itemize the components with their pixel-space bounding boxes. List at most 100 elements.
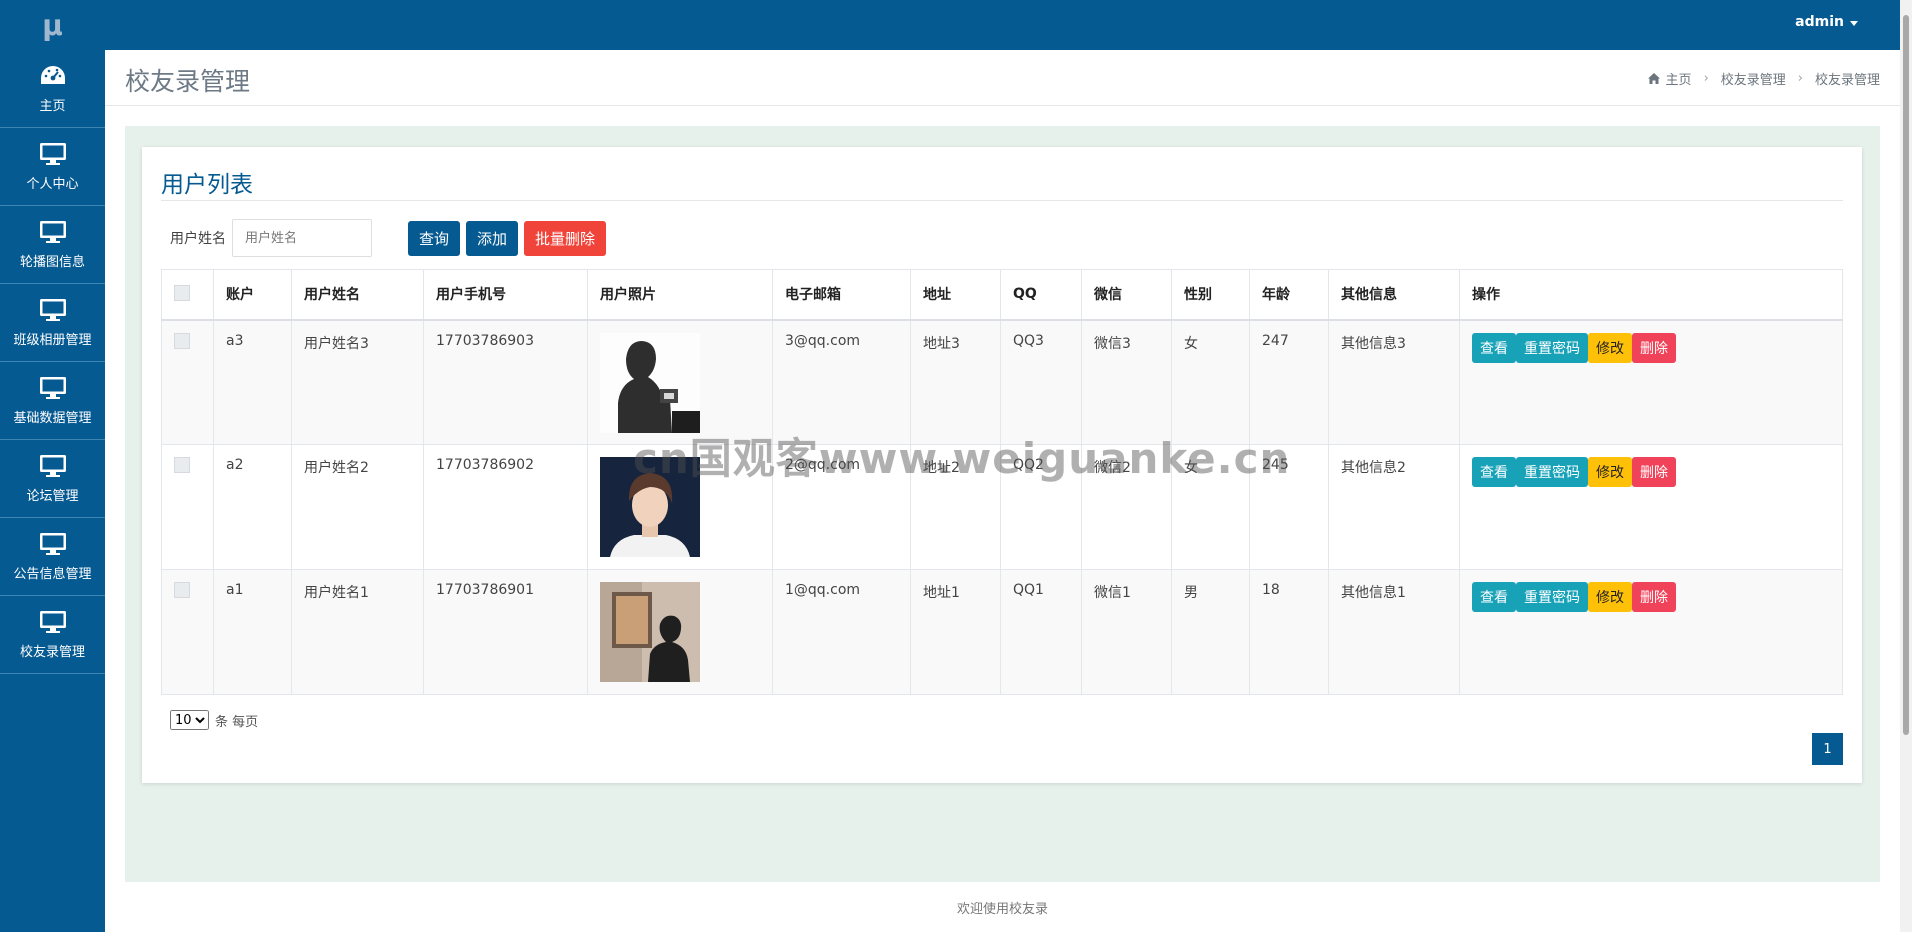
view-button[interactable]: 查看	[1472, 332, 1516, 363]
cell-qq: QQ1	[1000, 569, 1082, 695]
column-header: 性别	[1171, 269, 1250, 321]
sidebar: μ 主页 个人中心 轮播图信息 班级相册管理 基础数据管理 论坛管理 公告信息管…	[0, 0, 105, 932]
cell-actions: 查看 重置密码 修改 删除	[1459, 319, 1843, 445]
view-button[interactable]: 查看	[1472, 457, 1516, 487]
search-label: 用户姓名	[170, 231, 226, 247]
top-bar: admin	[0, 0, 1900, 50]
sidebar-item-class-album[interactable]: 班级相册管理	[0, 284, 105, 362]
page-number-button[interactable]: 1	[1812, 733, 1843, 765]
page-header: 校友录管理 主页 › 校友录管理 › 校友录管理	[105, 50, 1900, 106]
cell-age: 247	[1249, 319, 1329, 445]
scrollbar-thumb[interactable]	[1903, 15, 1909, 735]
delete-button[interactable]: 删除	[1632, 332, 1676, 363]
panel-title: 用户列表	[161, 172, 253, 198]
sidebar-item-label: 公告信息管理	[13, 567, 92, 582]
delete-button[interactable]: 删除	[1632, 457, 1676, 487]
cell-photo	[587, 319, 773, 445]
edit-button[interactable]: 修改	[1588, 332, 1632, 363]
column-header: 地址	[910, 269, 1001, 321]
cell-wechat: 微信1	[1081, 569, 1172, 695]
select-all-cell	[161, 269, 214, 321]
cell-email: 2@qq.com	[772, 444, 911, 570]
column-header: 用户手机号	[423, 269, 588, 321]
cell-qq: QQ3	[1000, 319, 1082, 445]
row-checkbox[interactable]	[174, 457, 190, 473]
search-input[interactable]	[232, 219, 372, 257]
user-photo[interactable]	[600, 332, 700, 433]
monitor-icon	[39, 609, 67, 635]
user-photo[interactable]	[600, 457, 700, 557]
cell-phone: 17703786902	[423, 444, 588, 570]
column-header: 其他信息	[1328, 269, 1460, 321]
column-header: 微信	[1081, 269, 1172, 321]
user-photo[interactable]	[600, 582, 700, 682]
cell-name: 用户姓名2	[291, 444, 424, 570]
view-button[interactable]: 查看	[1472, 582, 1516, 612]
cell-photo	[587, 444, 773, 570]
row-checkbox[interactable]	[174, 582, 190, 598]
cell-gender: 男	[1171, 569, 1250, 695]
batch-delete-button[interactable]: 批量删除	[524, 220, 607, 256]
user-menu[interactable]: admin	[1795, 14, 1858, 30]
cell-account: a1	[213, 569, 292, 695]
sidebar-item-label: 主页	[39, 99, 66, 114]
row-checkbox[interactable]	[174, 332, 190, 349]
reset-password-button[interactable]: 重置密码	[1516, 582, 1588, 612]
monitor-icon	[39, 453, 67, 479]
cell-address: 地址3	[910, 319, 1001, 445]
cell-account: a2	[213, 444, 292, 570]
page-size-suffix: 条 每页	[215, 714, 259, 730]
cell-age: 245	[1249, 444, 1329, 570]
sidebar-item-alumni[interactable]: 校友录管理	[0, 596, 105, 674]
chevron-right-icon: ›	[1797, 71, 1803, 86]
home-icon	[1647, 73, 1660, 84]
page-size-select[interactable]: 10	[170, 710, 209, 730]
divider	[161, 200, 1843, 201]
add-button[interactable]: 添加	[466, 220, 519, 256]
cell-actions: 查看 重置密码 修改 删除	[1459, 569, 1843, 695]
logo: μ	[42, 8, 63, 42]
reset-password-button[interactable]: 重置密码	[1516, 332, 1588, 363]
column-header: 用户姓名	[291, 269, 424, 321]
breadcrumb-current: 校友录管理	[1814, 73, 1880, 88]
select-all-checkbox[interactable]	[174, 285, 190, 302]
cell-address: 地址2	[910, 444, 1001, 570]
sidebar-item-basic-data[interactable]: 基础数据管理	[0, 362, 105, 440]
user-list-panel: 用户列表 用户姓名 查询 添加 批量删除 账户 用户姓名 用户手机号 用户照片 …	[142, 147, 1862, 783]
sidebar-item-label: 班级相册管理	[13, 333, 92, 348]
sidebar-item-notice[interactable]: 公告信息管理	[0, 518, 105, 596]
chevron-right-icon: ›	[1703, 71, 1709, 86]
reset-password-button[interactable]: 重置密码	[1516, 457, 1588, 487]
sidebar-item-home[interactable]: 主页	[0, 50, 105, 128]
sidebar-item-profile[interactable]: 个人中心	[0, 128, 105, 206]
query-button[interactable]: 查询	[408, 220, 461, 256]
monitor-icon	[39, 375, 67, 401]
cell-actions: 查看 重置密码 修改 删除	[1459, 444, 1843, 570]
breadcrumb-home[interactable]: 主页	[1647, 69, 1692, 88]
sidebar-item-label: 轮播图信息	[19, 255, 85, 270]
sidebar-item-carousel[interactable]: 轮播图信息	[0, 206, 105, 284]
cell-gender: 女	[1171, 444, 1250, 570]
row-select-cell	[161, 569, 214, 695]
breadcrumb: 主页 › 校友录管理 › 校友录管理	[1647, 69, 1880, 88]
column-header: 账户	[213, 269, 292, 321]
table-header-row: 账户 用户姓名 用户手机号 用户照片 电子邮箱 地址 QQ 微信 性别 年龄 其…	[161, 269, 1843, 321]
sidebar-item-forum[interactable]: 论坛管理	[0, 440, 105, 518]
cell-qq: QQ2	[1000, 444, 1082, 570]
cell-age: 18	[1249, 569, 1329, 695]
delete-button[interactable]: 删除	[1632, 582, 1676, 612]
scrollbar[interactable]	[1900, 0, 1912, 932]
user-name: admin	[1795, 14, 1844, 30]
cell-other: 其他信息1	[1328, 569, 1460, 695]
column-header: 用户照片	[587, 269, 773, 321]
breadcrumb-home-label: 主页	[1665, 73, 1692, 88]
edit-button[interactable]: 修改	[1588, 582, 1632, 612]
dashboard-icon	[39, 63, 67, 89]
column-header: 电子邮箱	[772, 269, 911, 321]
row-select-cell	[161, 444, 214, 570]
edit-button[interactable]: 修改	[1588, 457, 1632, 487]
sidebar-item-label: 论坛管理	[26, 489, 79, 504]
breadcrumb-item[interactable]: 校友录管理	[1721, 69, 1786, 88]
table-row: a2 用户姓名2 17703786902 2@qq.com 地址2 QQ2 微信…	[161, 444, 1843, 570]
caret-down-icon	[1850, 20, 1858, 26]
